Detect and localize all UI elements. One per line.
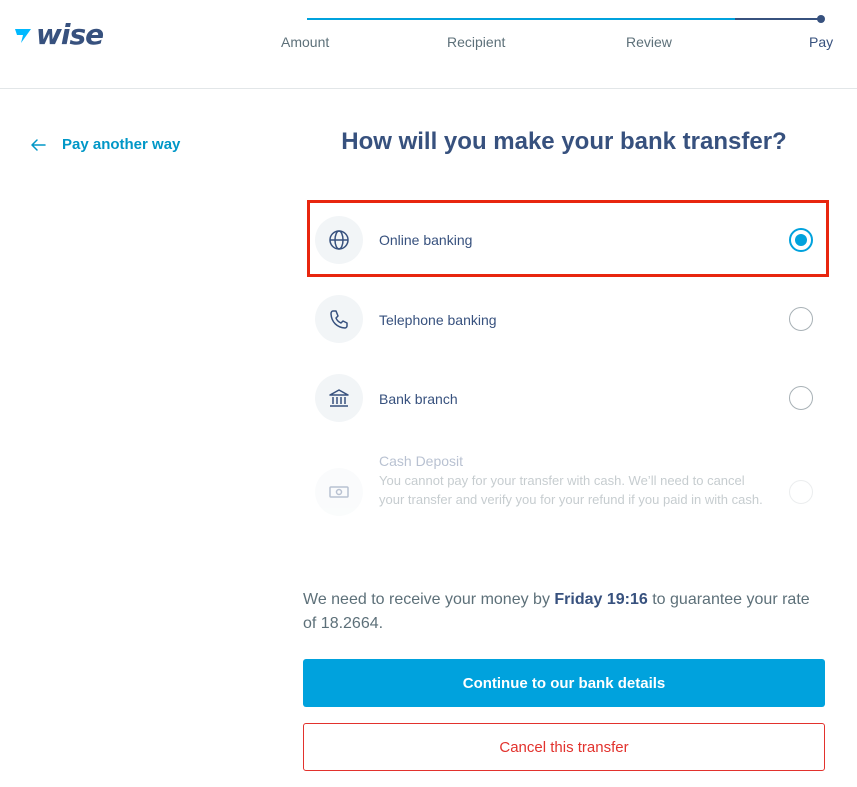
option-cash-deposit: Cash Deposit You cannot pay for your tra… — [303, 452, 825, 532]
top-header: wise Amount Recipient Review Pay — [0, 0, 857, 89]
cancel-transfer-button[interactable]: Cancel this transfer — [303, 723, 825, 771]
pay-another-way-link[interactable]: Pay another way — [30, 136, 180, 153]
arrow-left-icon — [31, 138, 46, 151]
cash-deposit-description: You cannot pay for your transfer with ca… — [379, 473, 763, 507]
radio-telephone-banking[interactable] — [789, 307, 813, 331]
step-recipient[interactable]: Recipient — [447, 34, 505, 50]
option-label: Online banking — [379, 232, 473, 248]
option-bank-branch[interactable]: Bank branch — [303, 374, 825, 422]
step-review[interactable]: Review — [626, 34, 672, 50]
option-online-banking[interactable]: Online banking — [303, 200, 829, 280]
step-amount[interactable]: Amount — [281, 34, 329, 50]
phone-icon — [315, 295, 363, 343]
stepper-track-current — [735, 18, 821, 20]
progress-stepper: Amount Recipient Review Pay — [0, 0, 857, 89]
cash-icon — [315, 468, 363, 516]
bank-icon — [315, 374, 363, 422]
globe-icon — [315, 216, 363, 264]
radio-bank-branch[interactable] — [789, 386, 813, 410]
option-label: Bank branch — [379, 391, 458, 407]
option-label: Telephone banking — [379, 312, 497, 328]
radio-online-banking[interactable] — [789, 228, 813, 252]
continue-button[interactable]: Continue to our bank details — [303, 659, 825, 707]
payment-deadline-info: We need to receive your money by Friday … — [303, 588, 825, 636]
cash-deposit-text: Cash Deposit You cannot pay for your tra… — [379, 452, 769, 509]
page-title: How will you make your bank transfer? — [341, 128, 787, 155]
step-pay: Pay — [809, 34, 834, 50]
option-telephone-banking[interactable]: Telephone banking — [303, 295, 825, 343]
info-prefix: We need to receive your money by — [303, 591, 555, 608]
info-deadline: Friday 19:16 — [554, 591, 648, 608]
back-link-label: Pay another way — [62, 136, 181, 153]
option-label: Cash Deposit — [379, 453, 464, 469]
radio-cash-deposit — [789, 480, 813, 504]
stepper-current-dot — [817, 15, 825, 23]
